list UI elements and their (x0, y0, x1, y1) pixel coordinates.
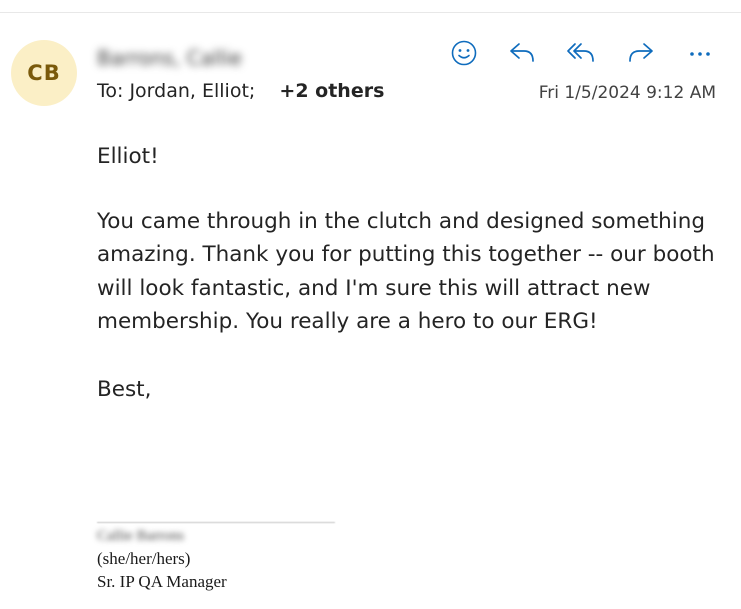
sender-avatar[interactable]: CB (11, 40, 77, 106)
message-closing: Best, (97, 376, 152, 402)
header-divider (0, 12, 741, 13)
sender-name[interactable]: Barrons, Callie (97, 46, 242, 70)
reply-icon (510, 43, 534, 62)
signature-divider (97, 522, 335, 523)
signature-pronouns: (she/her/hers) (97, 549, 191, 568)
emoji-react-button[interactable] (448, 38, 480, 68)
forward-button[interactable] (625, 38, 657, 68)
message-greeting: Elliot! (97, 144, 159, 169)
reply-all-icon (567, 43, 594, 62)
forward-icon (629, 43, 653, 62)
ellipsis-icon (690, 52, 710, 56)
signature-title: Sr. IP QA Manager (97, 572, 227, 591)
reply-all-button[interactable] (565, 38, 597, 68)
message-body: Elliot! You came through in the clutch a… (97, 140, 717, 406)
signature-name: Callie Barrons (97, 528, 185, 544)
recipients-prefix: To: (97, 80, 124, 102)
recipients-line: To: Jordan, Elliot; +2 others (97, 80, 384, 102)
message-date: Fri 1/5/2024 9:12 AM (538, 83, 716, 103)
smile-icon (451, 40, 477, 66)
more-actions-button[interactable] (684, 38, 716, 68)
recipients-others-button[interactable]: +2 others (279, 80, 384, 102)
recipients-names[interactable]: Jordan, Elliot; (129, 80, 255, 102)
message-paragraph: You came through in the clutch and desig… (97, 208, 715, 335)
sender-initials: CB (27, 61, 61, 85)
reply-button[interactable] (506, 38, 538, 68)
